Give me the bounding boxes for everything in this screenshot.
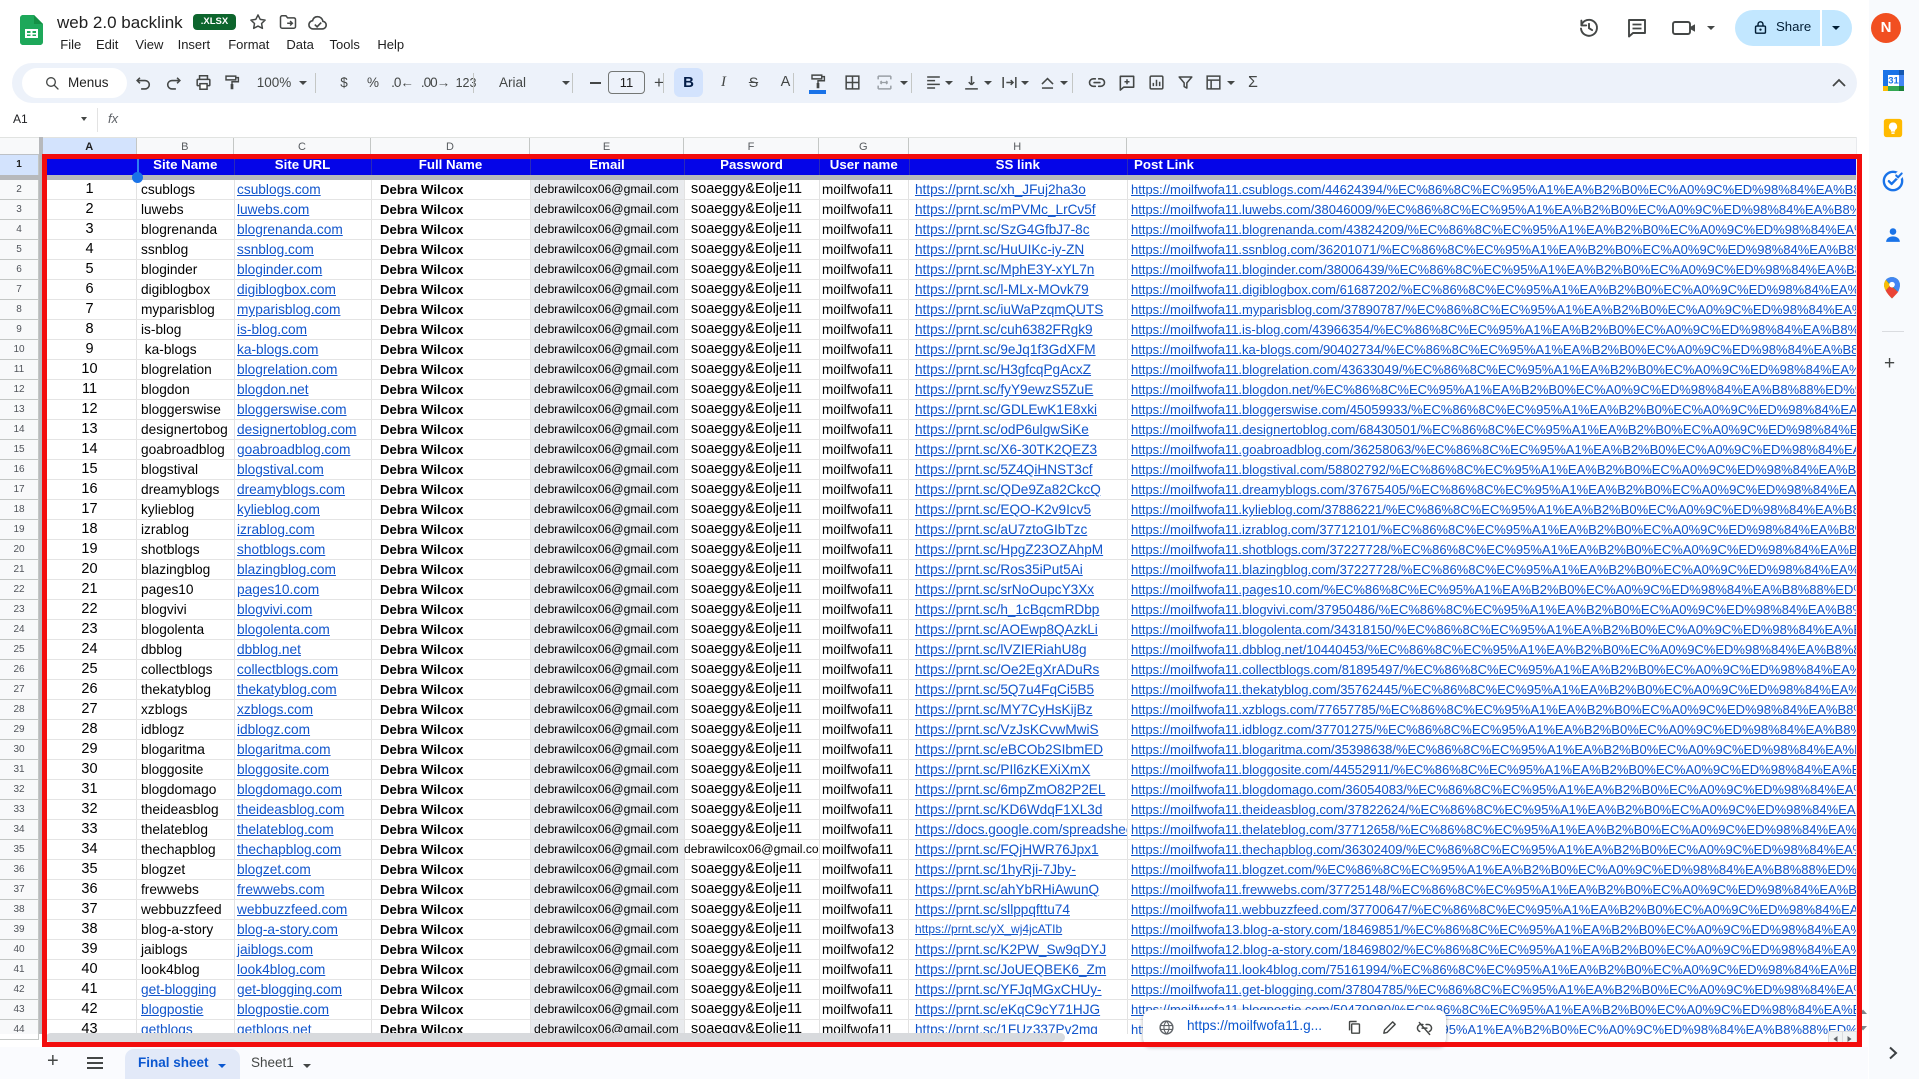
svg-text:31: 31 bbox=[1888, 76, 1899, 87]
